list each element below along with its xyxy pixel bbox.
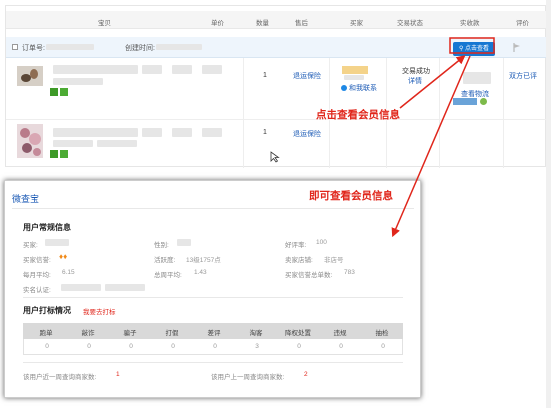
- annotation-arrows: [391, 37, 495, 238]
- arrow-to-button: [399, 55, 466, 109]
- highlight-box: [449, 37, 495, 54]
